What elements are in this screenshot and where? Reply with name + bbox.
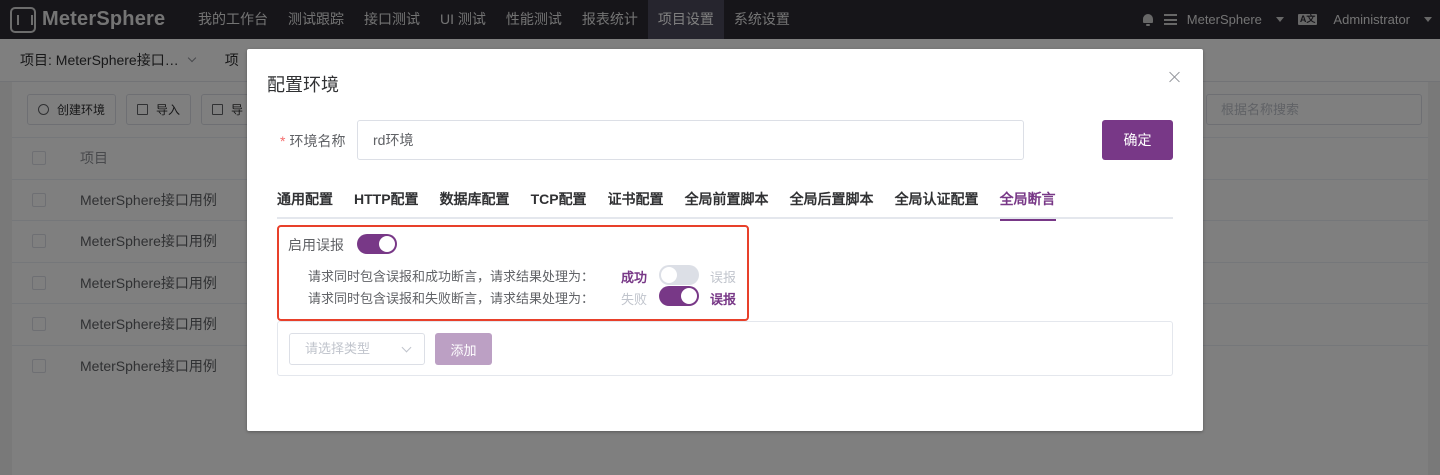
assertion-panel: 请选择类型 添加 — [277, 321, 1173, 376]
rule-success-option-false-alarm[interactable]: 误报 — [710, 267, 736, 286]
assertion-type-select[interactable]: 请选择类型 — [289, 333, 425, 365]
rule-fail-option-fail[interactable]: 失败 — [621, 289, 647, 308]
tab-http-config[interactable]: HTTP配置 — [354, 184, 419, 219]
configure-environment-dialog: 配置环境 *环境名称 确定 通用配置 HTTP配置 数据库配置 TCP配置 证书… — [247, 49, 1203, 431]
add-assertion-button[interactable]: 添加 — [435, 333, 492, 365]
tab-general-config[interactable]: 通用配置 — [277, 184, 333, 219]
tab-tcp-config[interactable]: TCP配置 — [531, 184, 587, 219]
rule-success-text: 请求同时包含误报和成功断言，请求结果处理为： — [308, 269, 595, 284]
assertion-type-placeholder: 请选择类型 — [305, 341, 371, 356]
config-tabs: 通用配置 HTTP配置 数据库配置 TCP配置 证书配置 全局前置脚本 全局后置… — [277, 184, 1173, 221]
enable-false-alarm-label: 启用误报 — [288, 237, 344, 253]
tab-certificate-config[interactable]: 证书配置 — [608, 184, 664, 219]
rule-success-toggle[interactable] — [659, 265, 699, 285]
tab-global-assertion[interactable]: 全局断言 — [999, 184, 1056, 221]
env-name-input[interactable] — [357, 120, 1024, 160]
rule-fail-text: 请求同时包含误报和失败断言，请求结果处理为： — [308, 291, 595, 306]
close-icon[interactable] — [1169, 71, 1181, 83]
rule-success-option-success[interactable]: 成功 — [621, 267, 647, 286]
tab-global-post-script[interactable]: 全局后置脚本 — [790, 184, 874, 219]
enable-false-alarm-toggle[interactable] — [357, 234, 397, 254]
tab-global-pre-script[interactable]: 全局前置脚本 — [685, 184, 769, 219]
tab-database-config[interactable]: 数据库配置 — [440, 184, 510, 219]
rule-fail-toggle[interactable] — [659, 286, 699, 306]
env-name-label: * 环境名称 — [280, 133, 346, 149]
dialog-title: 配置环境 — [267, 75, 339, 95]
rule-fail-option-false-alarm[interactable]: 误报 — [710, 289, 736, 308]
confirm-button[interactable]: 确定 — [1102, 120, 1173, 160]
tab-global-auth-config[interactable]: 全局认证配置 — [895, 184, 979, 219]
chevron-down-icon — [401, 342, 412, 353]
